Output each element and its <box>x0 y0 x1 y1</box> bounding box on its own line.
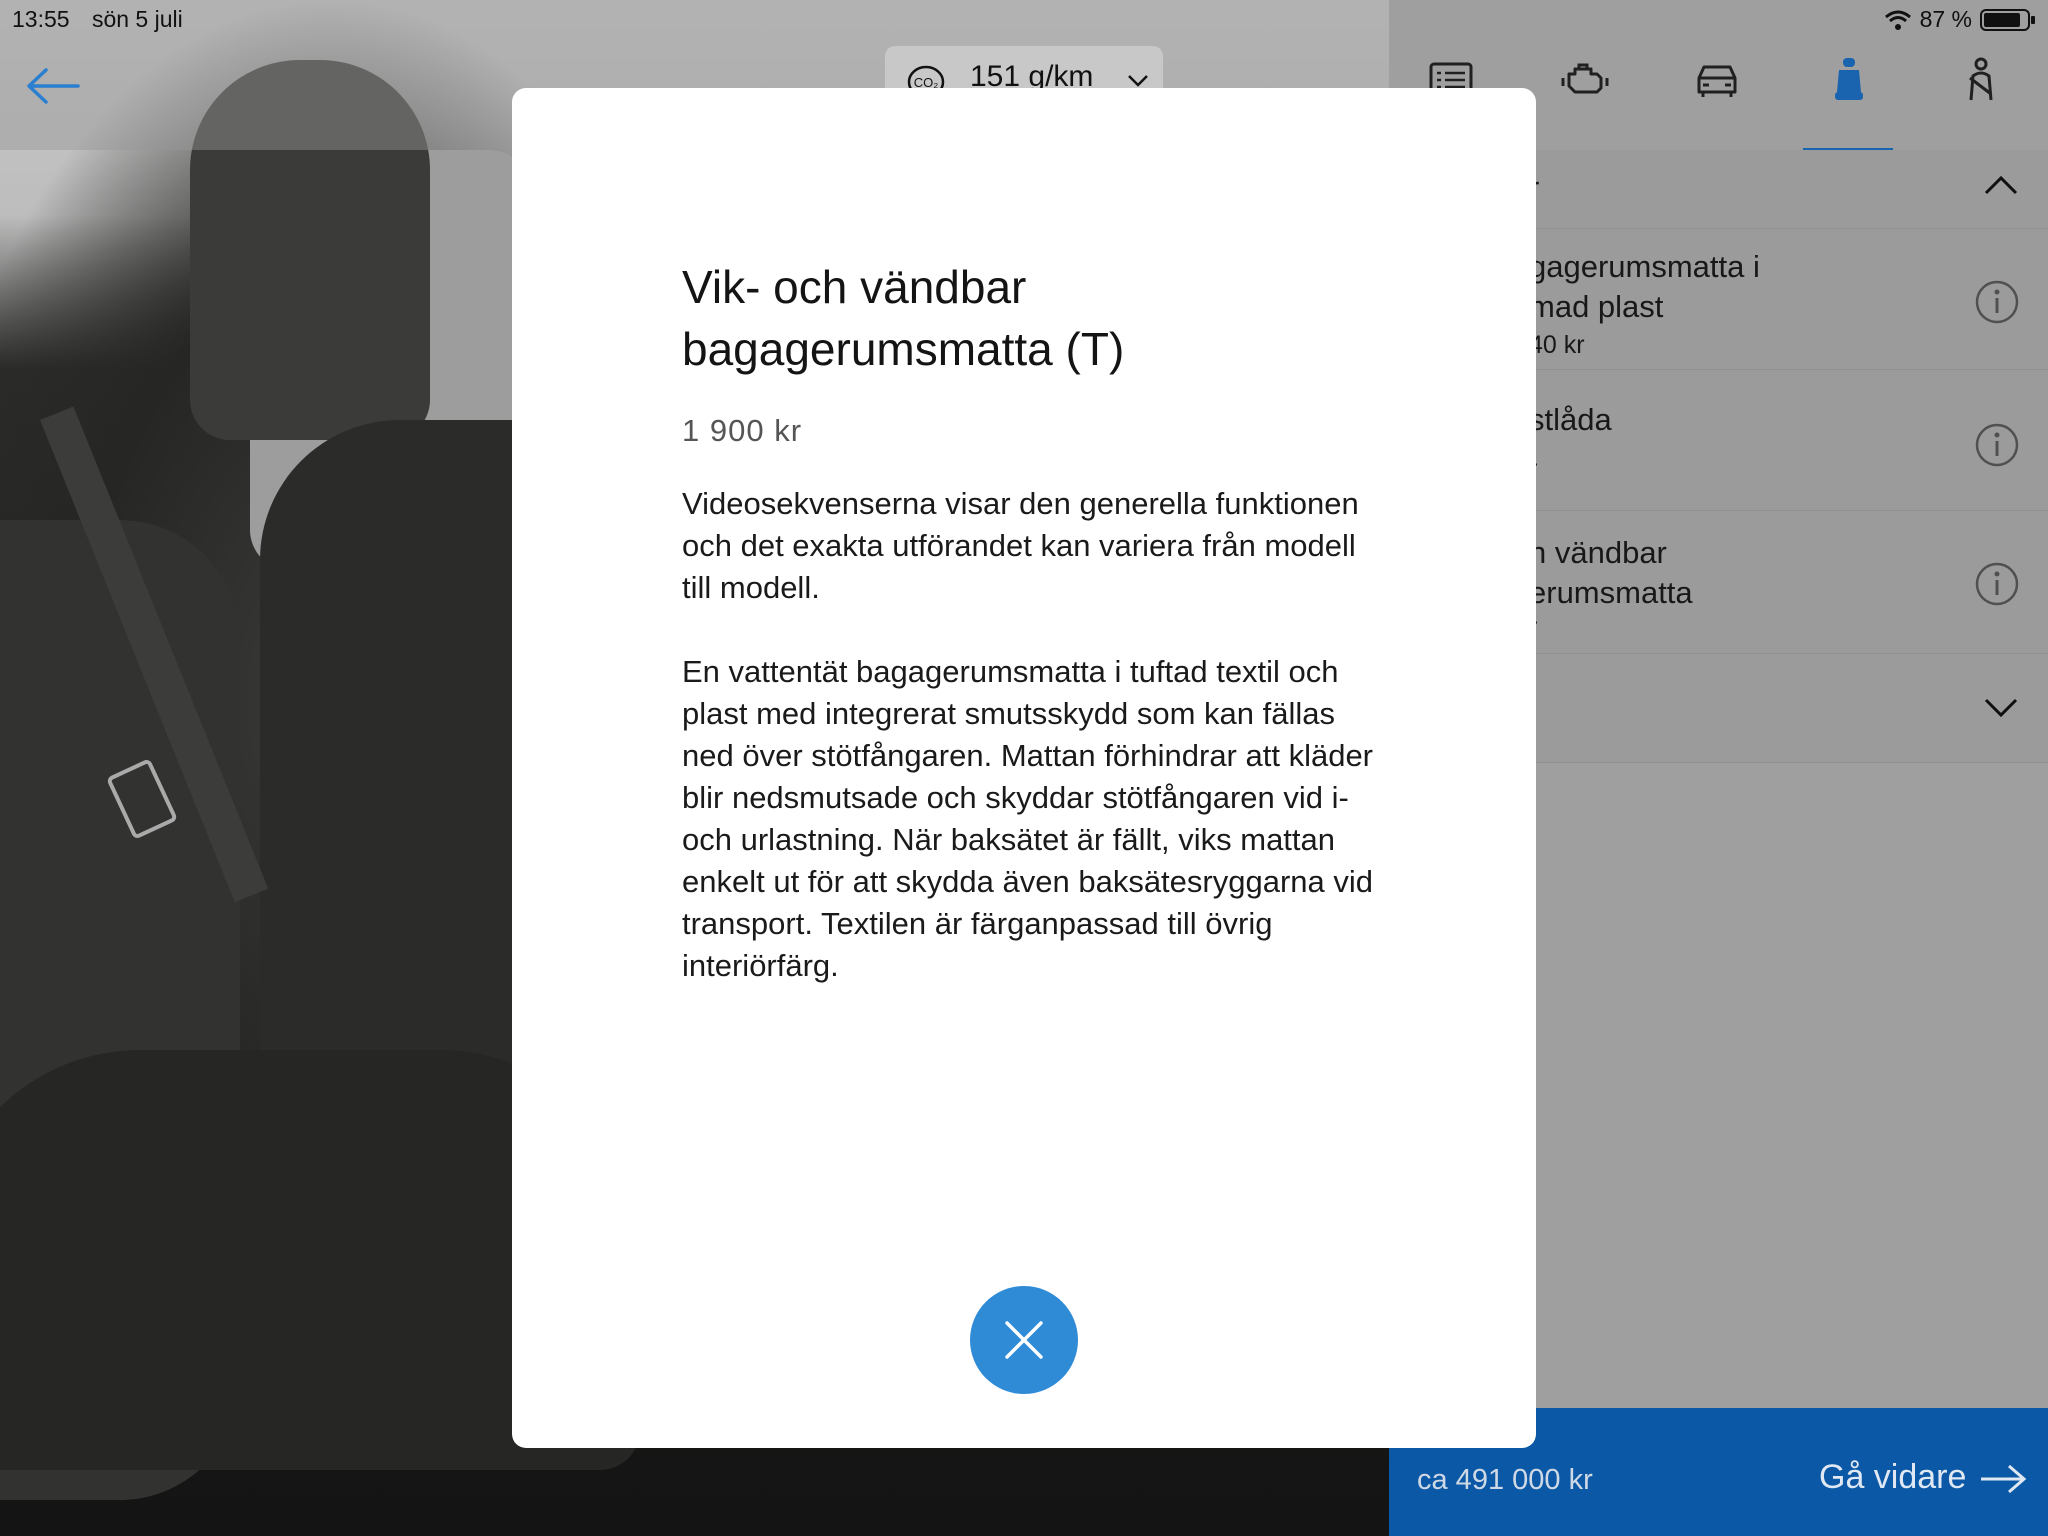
modal-paragraph: Videosekvenserna visar den generella fun… <box>682 486 1359 605</box>
chevron-down-icon <box>1128 75 1148 87</box>
modal-paragraph: En vattentät bagagerumsmatta i tuftad te… <box>682 654 1374 983</box>
back-arrow-icon[interactable] <box>24 66 80 106</box>
close-icon <box>1005 1321 1043 1359</box>
modal-description: Videosekvenserna visar den generella fun… <box>682 483 1382 1029</box>
modal-price: 1 900 kr <box>682 413 803 448</box>
next-button[interactable]: Gå vidare <box>1819 1458 1966 1497</box>
status-bar-left: 13:55 sön 5 juli <box>12 6 199 33</box>
modal-title: Vik- och vändbar bagagerumsmatta (T) <box>682 261 1125 375</box>
close-button[interactable] <box>970 1286 1078 1394</box>
arrow-right-icon[interactable] <box>1979 1464 2027 1494</box>
total-price: ca 491 000 kr <box>1417 1464 1593 1496</box>
status-time: 13:55 <box>12 6 70 32</box>
status-date: sön 5 juli <box>91 6 183 32</box>
accessory-info-modal: Vik- och vändbar bagagerumsmatta (T) 1 9… <box>512 88 1536 1448</box>
